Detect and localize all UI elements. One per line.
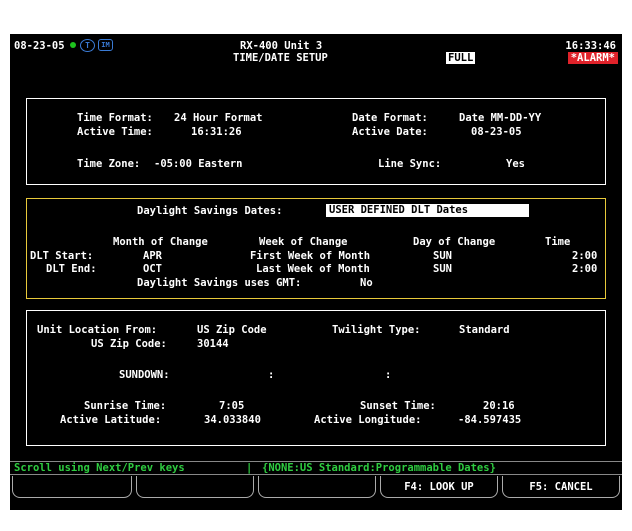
zip-code-value[interactable]: 30144	[197, 338, 229, 350]
dlt-gmt-value[interactable]: No	[360, 277, 373, 289]
fkey-slot-1[interactable]	[12, 476, 132, 498]
scroll-hint: Scroll using Next/Prev keys	[14, 462, 185, 474]
header-clock: 16:33:46	[565, 40, 616, 52]
sunset-time-label: Sunset Time:	[360, 400, 436, 412]
alarm-badge[interactable]: *ALARM*	[567, 52, 618, 64]
time-zone-label: Time Zone:	[77, 158, 141, 170]
sunset-time-value: 20:16	[483, 400, 515, 412]
line-sync-label: Line Sync:	[378, 158, 442, 170]
fkey-slot-2[interactable]	[136, 476, 254, 498]
dlt-end-label: DLT End:	[46, 263, 97, 275]
date-format-label: Date Format:	[352, 112, 428, 124]
time-zone-value[interactable]: -05:00 Eastern	[154, 158, 243, 170]
active-date-label: Active Date:	[352, 126, 428, 138]
col-time-header: Time	[545, 236, 571, 248]
sundown-sep-2: :	[385, 369, 392, 381]
twilight-type-value[interactable]: Standard	[459, 324, 510, 336]
function-key-bar: F4: LOOK UP F5: CANCEL	[10, 476, 622, 500]
f4-look-up-button[interactable]: F4: LOOK UP	[380, 476, 498, 498]
dlt-start-month[interactable]: APR	[143, 250, 162, 262]
dlt-start-label: DLT Start:	[30, 250, 94, 262]
status-separator: |	[246, 462, 253, 474]
location-from-value[interactable]: US Zip Code	[197, 324, 267, 336]
network-icon: T	[80, 39, 95, 52]
f4-label: F4: LOOK UP	[404, 481, 474, 493]
active-time-label: Active Time:	[77, 126, 153, 138]
twilight-type-label: Twilight Type:	[332, 324, 421, 336]
dlt-start-time[interactable]: 2:00	[572, 250, 597, 262]
status-bar: Scroll using Next/Prev keys | {NONE:US S…	[10, 461, 622, 475]
dlt-end-time[interactable]: 2:00	[572, 263, 597, 275]
f5-label: F5: CANCEL	[529, 481, 593, 493]
mode-badge: FULL	[446, 52, 476, 64]
dlt-gmt-label: Daylight Savings uses GMT:	[137, 277, 302, 289]
col-day-header: Day of Change	[413, 236, 496, 248]
selection-options: {NONE:US Standard:Programmable Dates}	[262, 462, 496, 474]
line-sync-value[interactable]: Yes	[506, 158, 525, 170]
active-longitude-label: Active Longitude:	[314, 414, 422, 426]
f5-cancel-button[interactable]: F5: CANCEL	[502, 476, 620, 498]
dlt-start-week[interactable]: First Week of Month	[250, 250, 370, 262]
dlt-dates-select[interactable]: USER DEFINED DLT Dates	[326, 204, 529, 217]
zip-code-label: US Zip Code:	[91, 338, 167, 350]
fkey-slot-3[interactable]	[258, 476, 376, 498]
dlt-end-day[interactable]: SUN	[433, 263, 452, 275]
col-week-header: Week of Change	[259, 236, 348, 248]
dlt-start-day[interactable]: SUN	[433, 250, 452, 262]
active-time-value[interactable]: 16:31:26	[191, 126, 242, 138]
sunrise-time-value: 7:05	[219, 400, 245, 412]
module-icon: IM	[98, 39, 113, 51]
time-format-value[interactable]: 24 Hour Format	[174, 112, 263, 124]
page-title: TIME/DATE SETUP	[233, 52, 328, 64]
status-dot-icon	[70, 42, 76, 48]
active-longitude-value: -84.597435	[458, 414, 522, 426]
sunrise-time-label: Sunrise Time:	[84, 400, 167, 412]
date-format-value[interactable]: Date MM-DD-YY	[459, 112, 541, 124]
controller-screen: 08-23-05 T IM RX-400 Unit 3 TIME/DATE SE…	[10, 34, 622, 510]
location-from-label: Unit Location From:	[37, 324, 158, 336]
active-date-value[interactable]: 08-23-05	[471, 126, 522, 138]
col-month-header: Month of Change	[113, 236, 208, 248]
active-latitude-label: Active Latitude:	[60, 414, 162, 426]
dlt-dates-label: Daylight Savings Dates:	[137, 205, 283, 217]
sundown-sep-1: :	[268, 369, 275, 381]
header-date: 08-23-05	[14, 40, 65, 52]
time-format-label: Time Format:	[77, 112, 153, 124]
sundown-label: SUNDOWN:	[119, 369, 170, 381]
active-latitude-value: 34.033840	[204, 414, 261, 426]
dlt-end-month[interactable]: OCT	[143, 263, 162, 275]
dlt-end-week[interactable]: Last Week of Month	[256, 263, 370, 275]
unit-title: RX-400 Unit 3	[240, 40, 323, 52]
